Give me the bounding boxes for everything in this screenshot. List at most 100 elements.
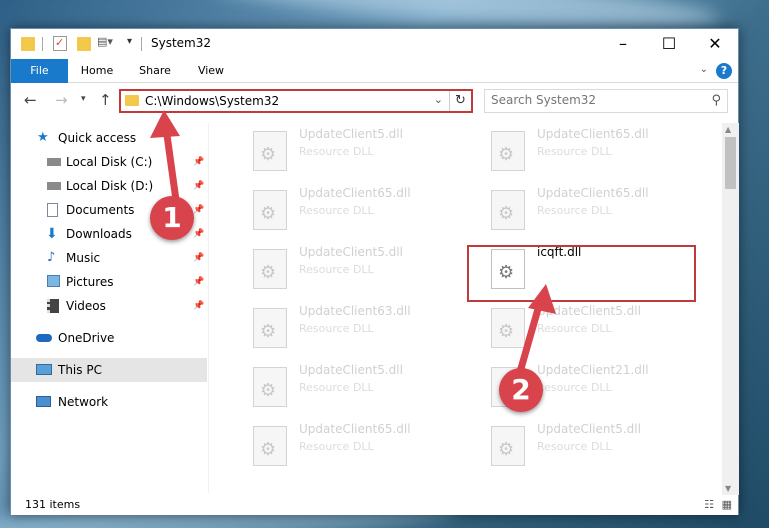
up-arrow-icon[interactable]: ↑ <box>99 91 112 109</box>
chevron-down-icon[interactable]: ⌄ <box>434 93 443 106</box>
star-icon: ★ <box>37 130 49 145</box>
search-input[interactable] <box>491 93 691 107</box>
file-item[interactable]: ⚙ UpdateClient5.dll Resource DLL <box>231 359 461 413</box>
sidebar-item-label: Music <box>66 251 101 265</box>
folder-icon <box>21 37 35 51</box>
status-bar: 131 items ☷ ▦ <box>11 495 738 515</box>
pin-icon[interactable]: 📌 <box>193 246 204 270</box>
new-folder-icon[interactable] <box>77 37 91 51</box>
address-path[interactable]: C:\Windows\System32 <box>145 94 279 108</box>
separator <box>141 37 142 51</box>
sidebar-item-network[interactable]: Network <box>11 390 207 414</box>
dll-file-icon: ⚙ <box>491 426 525 466</box>
sidebar-item-music[interactable]: ♪ Music 📌 <box>11 246 207 270</box>
file-item[interactable]: ⚙ UpdateClient65.dll Resource DLL <box>231 418 461 472</box>
pin-icon[interactable]: 📌 <box>193 150 204 174</box>
sidebar-item-this-pc[interactable]: This PC <box>11 358 207 382</box>
window-title: System32 <box>151 36 212 50</box>
sidebar-item-pictures[interactable]: Pictures 📌 <box>11 270 207 294</box>
folder-icon <box>125 95 139 106</box>
file-name: UpdateClient5.dll <box>299 363 403 377</box>
search-box[interactable]: ⚲ <box>484 89 728 113</box>
file-type: Resource DLL <box>537 440 612 453</box>
expand-ribbon-icon[interactable]: ⌄ <box>700 64 708 75</box>
scrollbar-thumb[interactable] <box>725 137 736 189</box>
file-name: UpdateClient21.dll <box>537 363 649 377</box>
pin-icon[interactable]: 📌 <box>193 198 204 222</box>
maximize-button[interactable]: ☐ <box>646 29 692 59</box>
file-item[interactable]: ⚙ UpdateClient5.dll Resource DLL <box>469 300 699 354</box>
file-name: UpdateClient65.dll <box>299 422 411 436</box>
title-bar: ✓ ▤▾ ▾ System32 – ☐ ✕ <box>11 29 738 59</box>
recent-locations-icon[interactable]: ▾ <box>81 94 86 104</box>
search-icon[interactable]: ⚲ <box>711 93 721 108</box>
tab-share[interactable]: Share <box>133 59 177 83</box>
drive-icon <box>47 158 61 166</box>
dll-file-icon: ⚙ <box>253 308 287 348</box>
file-item[interactable]: ⚙ UpdateClient63.dll Resource DLL <box>231 300 461 354</box>
scroll-up-icon[interactable]: ▲ <box>725 125 731 134</box>
file-item[interactable]: ⚙ UpdateClient5.dll Resource DLL <box>231 123 461 177</box>
dll-file-icon: ⚙ <box>253 426 287 466</box>
tab-view[interactable]: View <box>191 59 231 83</box>
sidebar-item-label: OneDrive <box>58 331 115 345</box>
details-view-icon[interactable]: ☷ <box>704 498 714 511</box>
scroll-down-icon[interactable]: ▼ <box>725 484 731 493</box>
dll-file-icon: ⚙ <box>253 190 287 230</box>
file-name: UpdateClient5.dll <box>537 422 641 436</box>
file-type: Resource DLL <box>299 381 374 394</box>
tab-file[interactable]: File <box>11 59 68 83</box>
close-button[interactable]: ✕ <box>692 29 738 59</box>
pin-icon[interactable]: 📌 <box>193 270 204 294</box>
pin-icon[interactable]: 📌 <box>193 294 204 318</box>
quick-access-dropdown-icon[interactable]: ▾ <box>127 36 132 52</box>
dll-file-icon: ⚙ <box>253 367 287 407</box>
ribbon-tabs: File Home Share View ⌄ ? <box>11 59 738 83</box>
navigation-pane: ★ Quick access Local Disk (C:) 📌 Local D… <box>11 123 207 493</box>
help-icon[interactable]: ? <box>716 63 732 79</box>
file-type: Resource DLL <box>537 381 612 394</box>
tab-home[interactable]: Home <box>75 59 119 83</box>
pin-icon[interactable]: 📌 <box>193 222 204 246</box>
refresh-icon[interactable]: ↻ <box>449 91 471 111</box>
music-icon: ♪ <box>47 250 56 265</box>
file-type: Resource DLL <box>299 322 374 335</box>
pin-icon[interactable]: 📌 <box>193 174 204 198</box>
file-item[interactable]: ⚙ UpdateClient65.dll Resource DLL <box>469 182 699 236</box>
minimize-button[interactable]: – <box>600 29 646 59</box>
separator <box>42 37 43 51</box>
sidebar-item-label: Pictures <box>66 275 114 289</box>
sidebar-item-label: Documents <box>66 203 135 217</box>
file-type: Resource DLL <box>537 204 612 217</box>
sidebar-item-label: Local Disk (C:) <box>66 155 153 169</box>
large-icons-view-icon[interactable]: ▦ <box>722 498 732 511</box>
sidebar-item-onedrive[interactable]: OneDrive <box>11 326 207 350</box>
file-item[interactable]: ⚙ UpdateClient5.dll Resource DLL <box>231 241 461 295</box>
file-item[interactable]: ⚙ UpdateClient5.dll Resource DLL <box>469 418 699 472</box>
sidebar-item-local-disk-d[interactable]: Local Disk (D:) 📌 <box>11 174 207 198</box>
forward-arrow-icon[interactable]: → <box>55 91 68 109</box>
sidebar-item-quick-access[interactable]: ★ Quick access <box>11 126 207 150</box>
file-name: UpdateClient5.dll <box>299 245 403 259</box>
pane-splitter[interactable] <box>208 123 209 493</box>
file-type: Resource DLL <box>299 204 374 217</box>
sidebar-item-videos[interactable]: Videos 📌 <box>11 294 207 318</box>
file-type: Resource DLL <box>299 263 374 276</box>
dll-file-icon: ⚙ <box>491 131 525 171</box>
sidebar-item-local-disk-c[interactable]: Local Disk (C:) 📌 <box>11 150 207 174</box>
address-bar[interactable]: C:\Windows\System32 ⌄ ↻ <box>119 89 473 113</box>
sidebar-item-label: This PC <box>58 363 102 377</box>
file-item[interactable]: ⚙ UpdateClient65.dll Resource DLL <box>469 123 699 177</box>
file-list: ⚙ UpdateClient5.dll Resource DLL ⚙ Updat… <box>211 123 721 493</box>
properties-icon[interactable]: ✓ <box>53 36 67 51</box>
vertical-scrollbar[interactable]: ▲ ▼ <box>722 123 739 495</box>
back-arrow-icon[interactable]: ← <box>24 91 37 109</box>
customize-quick-access-icon[interactable]: ▤▾ <box>97 35 113 51</box>
sidebar-item-label: Downloads <box>66 227 132 241</box>
explorer-window: ✓ ▤▾ ▾ System32 – ☐ ✕ File Home Share Vi… <box>10 28 739 515</box>
file-type: Resource DLL <box>299 440 374 453</box>
file-item[interactable]: ⚙ UpdateClient65.dll Resource DLL <box>231 182 461 236</box>
file-name: UpdateClient5.dll <box>299 127 403 141</box>
item-count: 131 items <box>25 498 81 511</box>
highlight-box-file <box>467 245 696 302</box>
